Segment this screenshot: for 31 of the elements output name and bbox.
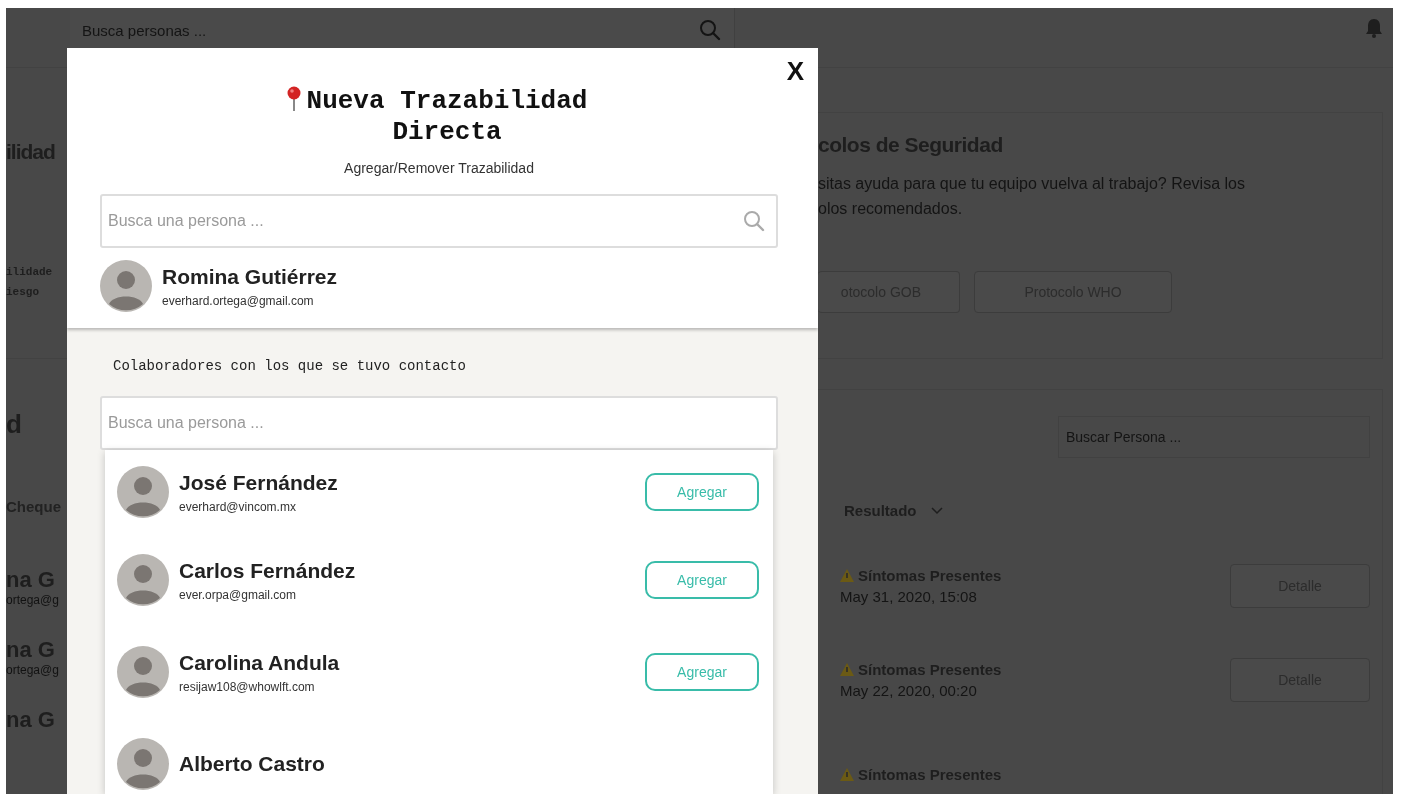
add-button[interactable]: Agregar [645, 473, 759, 511]
avatar-icon [117, 646, 169, 698]
warning-icon [840, 663, 854, 676]
person-email: everhard@vincom.mx [179, 499, 297, 514]
avatar-icon [100, 260, 152, 312]
search-icon [698, 18, 722, 42]
search-field[interactable]: Busca una persona ... [100, 396, 778, 450]
person-name: Alberto Castro [179, 752, 325, 776]
warning-icon [840, 569, 854, 582]
person-email: ever.orpa@gmail.com [179, 587, 297, 602]
person-email: everhard.ortega@gmail.com [162, 293, 315, 308]
section-label: Colaboradores con los que se tuvo contacto [113, 358, 467, 374]
modal-subtitle: Agregar/Remover Trazabilidad [343, 160, 535, 176]
pin-icon [286, 86, 302, 112]
avatar-icon [117, 466, 169, 518]
person-name: Carlos Fernández [179, 558, 356, 583]
add-button[interactable]: Agregar [645, 653, 759, 691]
search-field[interactable]: Busca una persona ... [100, 194, 778, 248]
avatar-icon [117, 554, 169, 606]
close-button[interactable]: X [786, 56, 804, 87]
chevron-down-icon [930, 506, 943, 515]
bell-icon[interactable] [1365, 18, 1383, 38]
avatar-icon [117, 738, 169, 790]
person-name: José Fernández [179, 470, 338, 495]
modal-title: Nueva Trazabilidad Directa [305, 86, 589, 148]
person-name: Romina Gutiérrez [162, 264, 338, 289]
add-button[interactable]: Agregar [645, 561, 759, 599]
search-icon [742, 209, 766, 233]
warning-icon [840, 767, 854, 781]
person-name: Carolina Andula [179, 650, 340, 675]
person-email: resijaw108@whowlft.com [179, 679, 316, 694]
